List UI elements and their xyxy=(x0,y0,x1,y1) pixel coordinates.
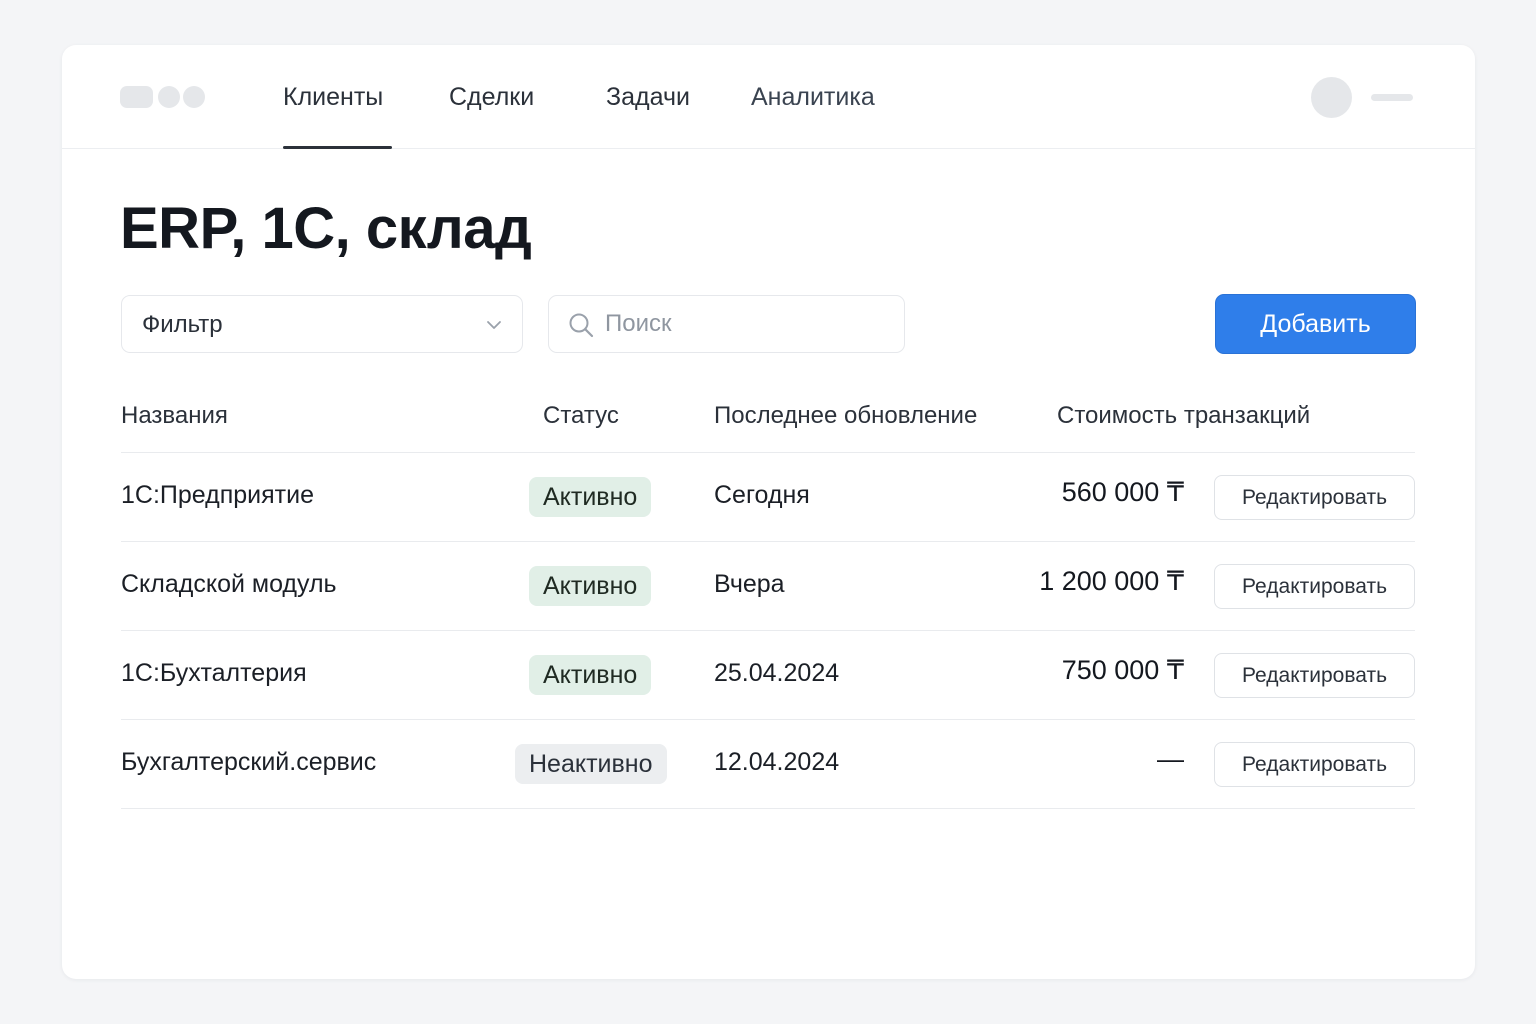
page-title: ERP, 1С, склад xyxy=(120,196,532,261)
row-updated: 25.04.2024 xyxy=(714,659,840,687)
table-row[interactable]: 1С:Бухталтерия Активно 25.04.2024 750 00… xyxy=(121,631,1415,720)
row-updated: 12.04.2024 xyxy=(714,748,840,776)
tab-clients[interactable]: Клиенты xyxy=(283,83,383,112)
table-row[interactable]: Бухгалтерский.сервис Неактивно 12.04.202… xyxy=(121,720,1415,809)
status-badge: Неактивно xyxy=(515,744,667,784)
row-name: 1С:Предприятие xyxy=(121,481,314,509)
row-name: Складской модуль xyxy=(121,570,337,598)
edit-button[interactable]: Редактировать xyxy=(1214,653,1415,698)
status-badge: Активно xyxy=(529,566,652,606)
row-amount: 1 200 000 ₸ xyxy=(1039,566,1184,596)
row-updated: Вчера xyxy=(714,570,785,598)
column-header-amount[interactable]: Стоимость транзакций xyxy=(1057,402,1310,430)
user-name-placeholder[interactable] xyxy=(1371,94,1413,101)
edit-button[interactable]: Редактировать xyxy=(1214,564,1415,609)
logo-dot xyxy=(158,86,180,108)
column-header-status[interactable]: Статус xyxy=(543,402,619,430)
status-badge: Активно xyxy=(529,477,652,517)
column-header-updated[interactable]: Последнее обновление xyxy=(714,402,977,430)
edit-button[interactable]: Редактировать xyxy=(1214,475,1415,520)
search-icon xyxy=(569,313,594,338)
table-header: Названия Статус Последнее обновление Сто… xyxy=(121,390,1415,453)
filter-label: Фильтр xyxy=(142,311,223,338)
top-header: Клиенты Сделки Задачи Аналитика xyxy=(62,45,1475,149)
table-row[interactable]: 1С:Предприятие Активно Сегодня 560 000 ₸… xyxy=(121,453,1415,542)
column-header-name[interactable]: Названия xyxy=(121,402,228,430)
row-name: 1С:Бухталтерия xyxy=(121,659,307,687)
avatar[interactable] xyxy=(1311,77,1352,118)
tab-deals[interactable]: Сделки xyxy=(449,83,534,112)
tab-analytics[interactable]: Аналитика xyxy=(751,83,875,112)
chevron-down-icon xyxy=(487,321,501,329)
logo[interactable] xyxy=(120,86,210,108)
filter-dropdown[interactable]: Фильтр xyxy=(121,295,523,353)
status-badge: Активно xyxy=(529,655,652,695)
app-window: Клиенты Сделки Задачи Аналитика ERP, 1С,… xyxy=(62,45,1475,979)
search-input[interactable] xyxy=(605,306,885,342)
logo-dot xyxy=(183,86,205,108)
row-amount: 750 000 ₸ xyxy=(1061,655,1184,685)
add-button[interactable]: Добавить xyxy=(1215,294,1416,354)
table-row[interactable]: Складской модуль Активно Вчера 1 200 000… xyxy=(121,542,1415,631)
search-box xyxy=(548,295,905,353)
tab-tasks[interactable]: Задачи xyxy=(606,83,690,112)
row-updated: Сегодня xyxy=(714,481,810,509)
logo-pill xyxy=(120,86,153,108)
row-name: Бухгалтерский.сервис xyxy=(121,748,377,776)
row-amount: — xyxy=(1157,744,1184,774)
edit-button[interactable]: Редактировать xyxy=(1214,742,1415,787)
active-tab-indicator xyxy=(283,146,392,149)
row-amount: 560 000 ₸ xyxy=(1061,477,1184,507)
